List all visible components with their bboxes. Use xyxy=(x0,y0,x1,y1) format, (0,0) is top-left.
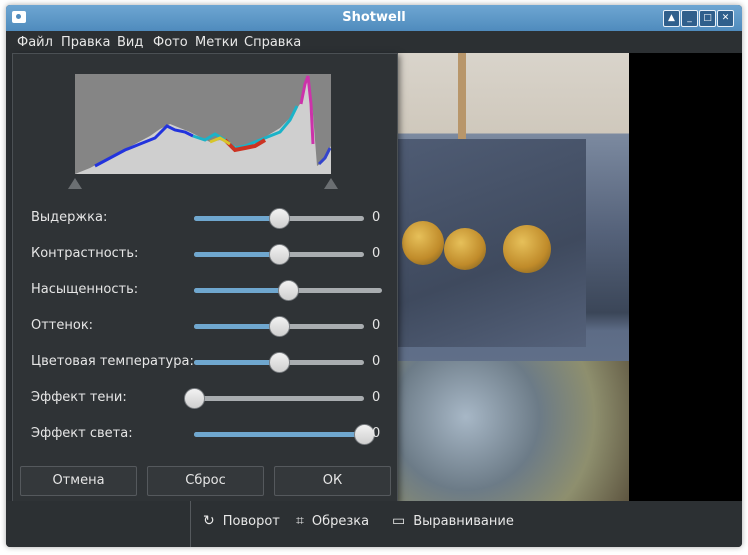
ok-button[interactable]: ОК xyxy=(274,466,391,496)
slider-fill xyxy=(194,432,364,437)
slider-value: 0 xyxy=(372,318,381,333)
crop-button[interactable]: ⌗ Обрезка xyxy=(296,513,369,529)
menu-bar: Файл Правка Вид Фото Метки Справка xyxy=(6,31,742,53)
slider-track[interactable] xyxy=(194,424,375,445)
slider-value: 0 xyxy=(372,390,381,405)
rotate-label: Поворот xyxy=(222,514,280,529)
slider-fill xyxy=(194,252,279,257)
menu-photo[interactable]: Фото xyxy=(153,35,188,50)
slider-row: Контрастность: 0 xyxy=(13,244,397,265)
histogram-right-handle[interactable] xyxy=(324,178,338,189)
slider-track[interactable] xyxy=(194,280,382,301)
slider-fill xyxy=(194,324,279,329)
menu-file[interactable]: Файл xyxy=(17,35,53,50)
slider-track[interactable] xyxy=(194,316,364,337)
toolbar-separator xyxy=(190,501,191,547)
menu-help[interactable]: Справка xyxy=(244,35,301,50)
title-bar: Shotwell ▲ _ □ ✕ xyxy=(6,5,742,31)
close-icon[interactable]: ✕ xyxy=(717,10,734,27)
window-title: Shotwell xyxy=(342,10,406,25)
slider-knob[interactable] xyxy=(184,388,205,409)
slider-row: Насыщенность: xyxy=(13,280,397,301)
maximize-icon[interactable]: □ xyxy=(699,10,716,27)
rotate-button[interactable]: ↻ Поворот xyxy=(203,513,280,529)
slider-row: Эффект тени: 0 xyxy=(13,388,397,409)
slider-fill xyxy=(194,288,288,293)
crop-icon: ⌗ xyxy=(296,513,304,529)
slider-label: Цветовая температура: xyxy=(31,354,194,369)
slider-row: Цветовая температура: 0 xyxy=(13,352,397,373)
slider-value: 0 xyxy=(372,354,381,369)
straighten-button[interactable]: ▭ Выравнивание xyxy=(392,513,514,529)
arrow-up-icon[interactable]: ▲ xyxy=(663,10,680,27)
slider-label: Оттенок: xyxy=(31,318,94,333)
slider-value: 0 xyxy=(372,210,381,225)
photo xyxy=(396,53,629,501)
menu-view[interactable]: Вид xyxy=(117,35,143,50)
slider-track[interactable] xyxy=(184,388,364,409)
slider-label: Контрастность: xyxy=(31,246,139,261)
menu-tags[interactable]: Метки xyxy=(195,35,238,50)
fruit-shape xyxy=(402,221,444,265)
shotwell-window: Shotwell ▲ _ □ ✕ Файл Правка Вид Фото Ме… xyxy=(6,5,742,547)
slider-track[interactable] xyxy=(194,352,364,373)
slider-label: Выдержка: xyxy=(31,210,108,225)
histogram-left-handle[interactable] xyxy=(68,178,82,189)
menu-edit[interactable]: Правка xyxy=(61,35,110,50)
palette-shape xyxy=(396,361,629,501)
slider-label: Насыщенность: xyxy=(31,282,139,297)
rotate-icon: ↻ xyxy=(203,513,215,529)
slider-fill xyxy=(194,216,279,221)
slider-row: Оттенок: 0 xyxy=(13,316,397,337)
slider-knob[interactable] xyxy=(269,244,290,265)
slider-knob[interactable] xyxy=(269,352,290,373)
slider-row: Эффект света: 0 xyxy=(13,424,397,445)
slider-fill xyxy=(194,360,279,365)
straighten-label: Выравнивание xyxy=(413,514,514,529)
slider-knob[interactable] xyxy=(269,316,290,337)
slider-label: Эффект тени: xyxy=(31,390,127,405)
slider-label: Эффект света: xyxy=(31,426,133,441)
slider-value: 0 xyxy=(372,426,381,441)
fruit-shape xyxy=(503,225,551,273)
histogram xyxy=(75,74,331,174)
easel-shape xyxy=(458,53,466,139)
slider-track[interactable] xyxy=(194,244,364,265)
fruit-shape xyxy=(444,228,486,270)
slider-value: 0 xyxy=(372,246,381,261)
ruler-icon: ▭ xyxy=(392,513,406,529)
bottom-toolbar: ↻ Поворот ⌗ Обрезка ▭ Выравнивание xyxy=(6,501,742,547)
slider-track[interactable] xyxy=(194,208,364,229)
reset-button[interactable]: Сброс xyxy=(147,466,264,496)
crop-label: Обрезка xyxy=(311,514,370,529)
histogram-area xyxy=(75,76,331,174)
cancel-button[interactable]: Отмена xyxy=(20,466,137,496)
slider-knob[interactable] xyxy=(278,280,299,301)
slider-row: Выдержка: 0 xyxy=(13,208,397,229)
adjust-dialog: Выдержка: 0 Контрастность: 0 Насыщенность: От… xyxy=(12,53,398,503)
minimize-icon[interactable]: _ xyxy=(681,10,698,27)
slider-knob[interactable] xyxy=(269,208,290,229)
